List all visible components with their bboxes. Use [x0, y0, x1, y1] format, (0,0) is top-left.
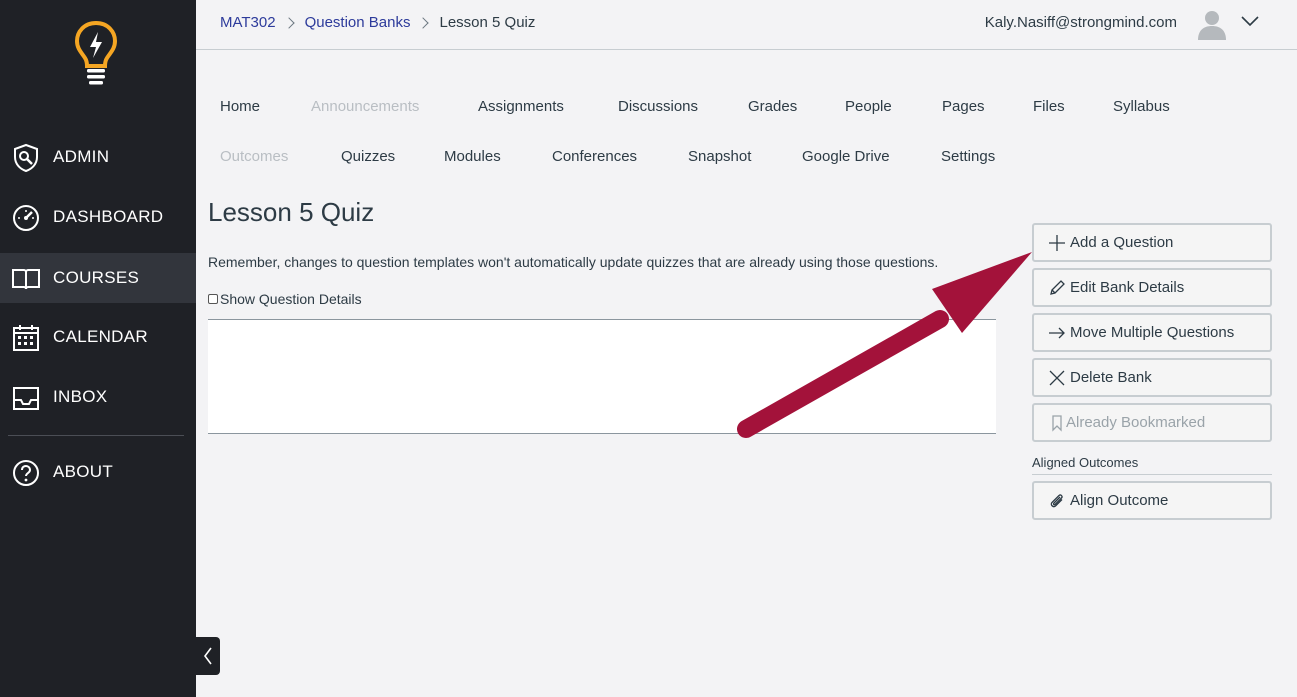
aligned-outcomes-divider: [1032, 474, 1272, 475]
calendar-icon: [13, 325, 39, 351]
bookmark-icon: [1052, 414, 1062, 432]
collapse-sidebar-button[interactable]: [196, 637, 220, 675]
course-nav-snapshot[interactable]: Snapshot: [688, 148, 751, 165]
breadcrumb-current: Lesson 5 Quiz: [439, 14, 536, 31]
lightbulb-logo-icon[interactable]: [74, 20, 118, 86]
arrow-right-icon: [1049, 327, 1065, 338]
course-nav-grades[interactable]: Grades: [748, 98, 797, 115]
add-question-button[interactable]: Add a Question: [1032, 223, 1272, 262]
inbox-icon: [13, 387, 39, 410]
chevron-left-icon: [204, 647, 212, 665]
paperclip-icon: [1050, 493, 1063, 507]
course-nav-discussions[interactable]: Discussions: [618, 98, 698, 115]
page-title: Lesson 5 Quiz: [208, 197, 375, 227]
chevron-down-icon[interactable]: [1241, 12, 1259, 30]
course-nav-people[interactable]: People: [845, 98, 892, 115]
align-outcome-label: Align Outcome: [1070, 492, 1169, 509]
sidebar-item-inbox[interactable]: INBOX: [0, 372, 196, 422]
question-circle-icon: [13, 460, 39, 486]
course-nav-modules[interactable]: Modules: [444, 148, 501, 165]
show-details-checkbox[interactable]: [208, 294, 218, 304]
edit-bank-label: Edit Bank Details: [1070, 279, 1185, 296]
course-nav-announcements[interactable]: Announcements: [311, 98, 419, 115]
bookmarked-label: Already Bookmarked: [1066, 414, 1206, 431]
top-header: MAT302 Question Banks Lesson 5 Quiz Kaly…: [196, 0, 1297, 50]
course-nav-home[interactable]: Home: [220, 98, 260, 115]
chevron-right-icon: [282, 16, 295, 29]
sidebar-item-label: COURSES: [53, 268, 140, 287]
pencil-icon: [1050, 279, 1065, 295]
course-nav-settings[interactable]: Settings: [941, 148, 995, 165]
chevron-right-icon: [417, 16, 430, 29]
sidebar-item-calendar[interactable]: CALENDAR: [0, 312, 196, 362]
move-questions-label: Move Multiple Questions: [1070, 324, 1235, 341]
plus-icon: [1049, 234, 1065, 251]
course-nav-outcomes[interactable]: Outcomes: [220, 148, 288, 165]
sidebar-item-label: ABOUT: [53, 462, 114, 481]
course-nav-syllabus[interactable]: Syllabus: [1113, 98, 1170, 115]
delete-bank-label: Delete Bank: [1070, 369, 1152, 386]
align-outcome-button[interactable]: Align Outcome: [1032, 481, 1272, 520]
avatar[interactable]: [1195, 6, 1229, 40]
shield-wrench-icon: [14, 143, 38, 173]
sidebar-item-label: INBOX: [53, 387, 108, 406]
close-icon: [1049, 370, 1065, 385]
course-nav-google-drive[interactable]: Google Drive: [802, 148, 890, 165]
show-question-details[interactable]: Show Question Details: [208, 291, 362, 307]
course-nav-quizzes[interactable]: Quizzes: [341, 148, 395, 165]
breadcrumb: MAT302 Question Banks Lesson 5 Quiz: [220, 14, 535, 31]
template-notice: Remember, changes to question templates …: [208, 254, 939, 270]
questions-list: [208, 319, 996, 434]
book-icon: [12, 269, 40, 290]
breadcrumb-question-banks-link[interactable]: Question Banks: [305, 14, 411, 31]
delete-bank-button[interactable]: Delete Bank: [1032, 358, 1272, 397]
sidebar-item-courses[interactable]: COURSES: [0, 253, 196, 303]
sidebar-item-label: CALENDAR: [53, 327, 148, 346]
sidebar-item-about[interactable]: ABOUT: [0, 447, 196, 497]
edit-bank-details-button[interactable]: Edit Bank Details: [1032, 268, 1272, 307]
course-nav-conferences[interactable]: Conferences: [552, 148, 637, 165]
move-multiple-questions-button[interactable]: Move Multiple Questions: [1032, 313, 1272, 352]
show-details-label: Show Question Details: [220, 291, 362, 307]
add-question-label: Add a Question: [1070, 234, 1174, 251]
course-nav-files[interactable]: Files: [1033, 98, 1065, 115]
sidebar-item-label: ADMIN: [53, 147, 110, 166]
breadcrumb-course-link[interactable]: MAT302: [220, 14, 276, 31]
already-bookmarked-button[interactable]: Already Bookmarked: [1032, 403, 1272, 442]
speedometer-icon: [13, 205, 39, 231]
sidebar-divider: [8, 435, 184, 436]
sidebar-item-admin[interactable]: ADMIN: [0, 132, 196, 182]
aligned-outcomes-heading: Aligned Outcomes: [1032, 455, 1139, 470]
user-email: Kaly.Nasiff@strongmind.com: [984, 14, 1177, 31]
global-sidebar: ADMIN DASHBOARD COURSES CALENDAR INBOX A…: [0, 0, 196, 697]
sidebar-item-dashboard[interactable]: DASHBOARD: [0, 192, 196, 242]
sidebar-item-label: DASHBOARD: [53, 207, 164, 226]
course-nav-assignments[interactable]: Assignments: [478, 98, 564, 115]
course-nav-pages[interactable]: Pages: [942, 98, 985, 115]
